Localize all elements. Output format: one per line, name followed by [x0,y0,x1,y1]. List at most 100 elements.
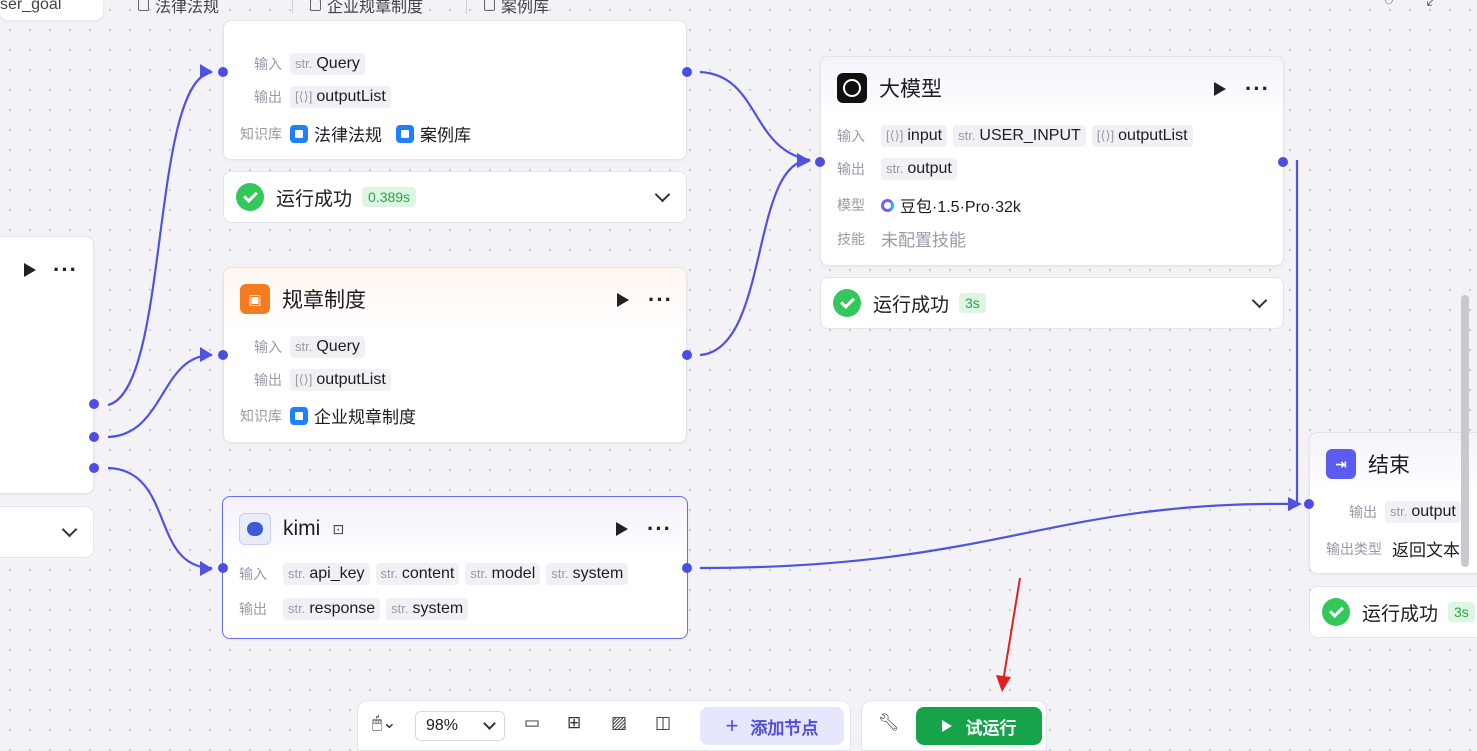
llm-node-status[interactable]: 运行成功 3s [820,277,1284,329]
output-port[interactable] [89,463,99,473]
edge-kimi-to-end [699,502,1301,570]
more-icon[interactable]: ··· [1245,78,1270,100]
type-tag: [⟨⟩] [295,372,313,387]
test-run-button[interactable]: 试运行 [916,707,1042,745]
knowledge-item: 企业规章制度 [290,403,416,428]
more-icon[interactable]: ··· [53,259,78,281]
input-tag: str. system [546,563,629,585]
play-icon[interactable] [24,263,36,277]
output-row: 输出 str. output [1310,501,1461,523]
edge-start-to-kimi [107,466,213,570]
mouse-icon[interactable]: 🖱︎⌄ [372,713,396,733]
plugin-node-kimi[interactable]: kimi ⊡ ··· 输入 str. api_key str. content st… [222,496,688,639]
skill-row: 技能 未配置技能 [837,226,966,251]
arrowhead [200,64,213,79]
output-type-value: 返回文本 [1392,541,1460,560]
start-node[interactable]: ··· [0,236,94,494]
input-port[interactable] [218,67,228,77]
play-icon[interactable] [616,522,628,536]
input-port[interactable] [218,563,228,573]
plus-icon: + [725,713,739,738]
output-tag: str. output [881,158,957,180]
knowledge-item: 法律法规 [290,121,382,146]
output-port[interactable] [682,350,692,360]
edge-start-to-top [107,70,213,407]
plugin-badge-icon: ⊡ [332,520,345,537]
output-label: 输出 [837,161,865,177]
model-label: 模型 [837,197,865,213]
output-row: 输出 [⟨⟩] outputList [224,369,391,391]
input-port[interactable] [218,350,228,360]
type-tag: [⟨⟩] [295,89,313,104]
input-port[interactable] [1304,499,1314,509]
type-tag: [⟨⟩] [1096,128,1115,143]
run-toolbar: 🔧︎ 试运行 [861,700,1047,751]
knowledge-node-laws[interactable]: 输入 str. Query 输出 [⟨⟩] outputList 知识库 法律法规 … [223,20,687,160]
more-icon[interactable]: ··· [647,518,672,540]
play-icon[interactable] [617,293,629,307]
param-name: system [572,565,624,582]
arrowhead [200,347,213,362]
knowledge-node-laws-status[interactable]: 运行成功 0.389s [223,171,687,223]
chevron-down-icon[interactable] [654,186,671,203]
node-header: ⇥ 结束 [1326,449,1410,479]
output-port[interactable] [89,399,99,409]
chevron-down-icon[interactable] [61,521,78,538]
input-port[interactable] [815,157,825,167]
play-icon[interactable] [1214,82,1226,96]
output-label: 输出 [1349,504,1377,520]
output-row: 输出 [⟨⟩] outputList [224,86,391,108]
input-label: 输入 [254,339,282,355]
note-icon[interactable]: ◫ [655,713,671,733]
output-port[interactable] [682,563,692,573]
output-port[interactable] [89,432,99,442]
input-label: 输入 [254,56,282,72]
start-node-status[interactable] [0,506,94,558]
image-icon[interactable]: ▨ [611,713,627,733]
input-label: 输入 [837,128,865,144]
knowledge-node-rules[interactable]: ▣ 规章制度 ··· 输入 str. Query 输出 [⟨⟩] outputLis… [223,267,687,443]
knowledge-base-icon [396,124,414,143]
end-node-status[interactable]: 运行成功 3s [1309,586,1477,638]
output-label: 输出 [239,601,267,617]
zoom-select[interactable]: 98% [415,711,505,741]
knowledge-label: 知识库 [240,125,282,142]
wrench-icon[interactable]: 🔧︎ [878,713,900,733]
add-node-label: 添加节点 [750,718,819,738]
param-name: api_key [309,565,365,582]
type-tag: str. [288,566,306,581]
arrowhead [200,561,213,576]
output-tag: str. output [1385,501,1461,523]
chevron-down-icon[interactable] [1251,292,1268,309]
node-title: 规章制度 [282,289,366,312]
output-port[interactable] [682,67,692,77]
output-port[interactable] [1278,157,1288,167]
status-text: 运行成功 [1362,603,1439,625]
add-node-button[interactable]: + 添加节点 [700,707,844,745]
kimi-robot-icon [239,513,271,545]
skill-label: 技能 [837,230,865,247]
type-tag: str. [295,339,313,354]
node-header: ▣ 规章制度 [240,284,366,314]
llm-node[interactable]: 大模型 ··· 输入 [⟨⟩] input str. USER_INPUT [⟨⟩]… [820,56,1284,266]
input-tag: str. model [465,563,541,585]
end-node-icon: ⇥ [1326,449,1356,479]
param-name: system [412,600,464,617]
input-tag: str. content [375,563,460,585]
type-tag: [⟨⟩] [886,128,904,143]
type-tag: str. [470,566,488,581]
knowledge-name: 法律法规 [314,126,382,145]
zoom-value: 98% [426,717,459,734]
doubao-model-icon [881,198,894,212]
grid-icon[interactable]: ⊞ [567,713,581,733]
duration-badge: 0.389s [362,187,417,207]
end-node[interactable]: ⇥ 结束 输出 str. output 输出类型 返回文本 [1309,432,1477,574]
knowledge-node-icon: ▣ [240,284,270,314]
comment-icon[interactable]: ▭ [524,713,540,733]
param-name: output [1411,503,1456,520]
param-name: response [309,600,376,617]
more-icon[interactable]: ··· [648,289,673,311]
node-title: 结束 [1368,454,1410,477]
vertical-scrollbar[interactable] [1461,295,1469,567]
param-name: model [491,565,536,582]
